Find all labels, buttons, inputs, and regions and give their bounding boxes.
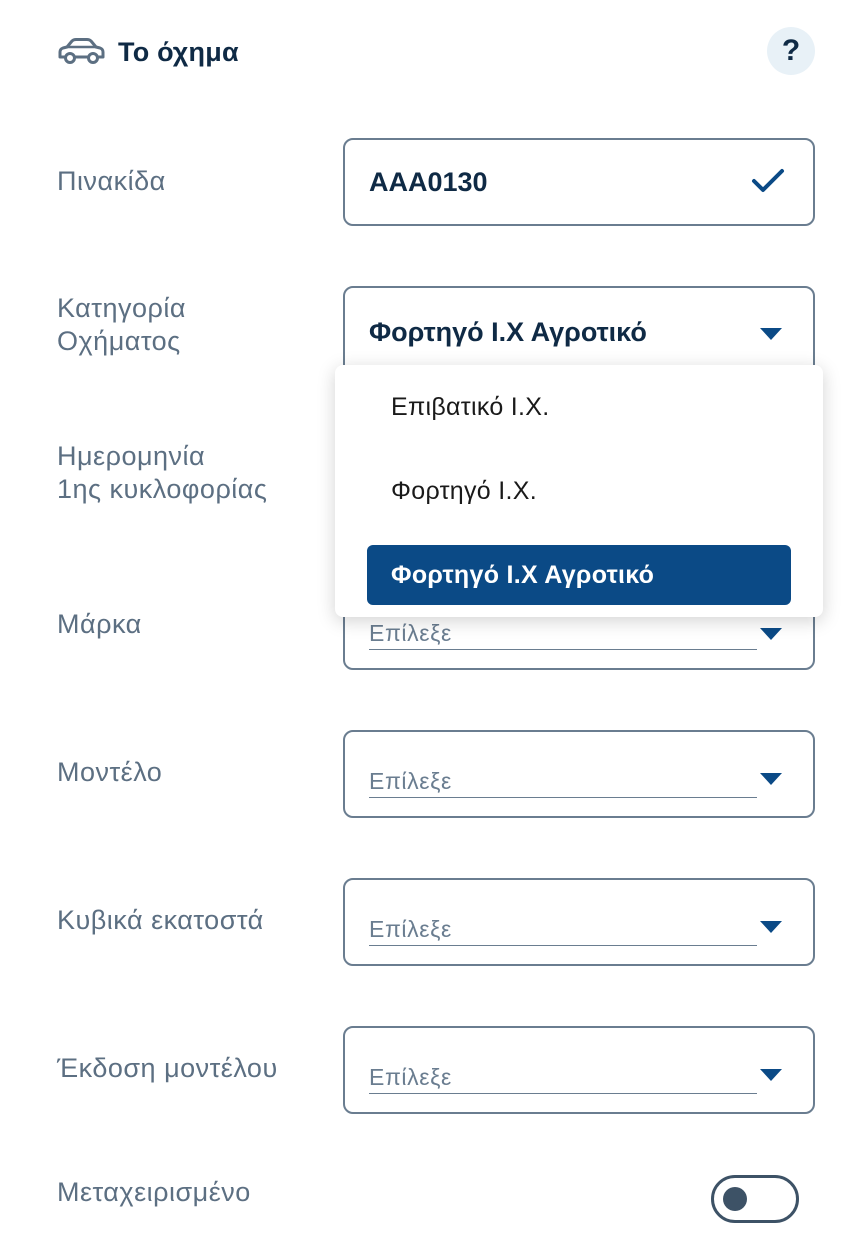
used-toggle[interactable] bbox=[711, 1175, 799, 1223]
plate-field[interactable]: AAA0130 bbox=[343, 138, 815, 226]
plate-label: Πινακίδα bbox=[57, 166, 166, 196]
car-icon bbox=[56, 37, 106, 67]
category-label-line1: Κατηγορία bbox=[57, 293, 186, 323]
page-title: Το όχημα bbox=[118, 36, 239, 67]
dropdown-option[interactable]: Επιβατικό Ι.Χ. bbox=[367, 377, 791, 437]
used-label: Μεταχειρισμένο bbox=[57, 1177, 251, 1207]
cc-placeholder: Επίλεξε bbox=[369, 916, 757, 946]
dropdown-option[interactable]: Φορτηγό Ι.Χ. bbox=[367, 461, 791, 521]
brand-placeholder: Επίλεξε bbox=[369, 620, 757, 650]
version-placeholder: Επίλεξε bbox=[369, 1064, 757, 1094]
chevron-down-icon[interactable] bbox=[760, 921, 782, 933]
help-button[interactable]: ? bbox=[767, 27, 815, 75]
version-select[interactable]: Επίλεξε bbox=[343, 1026, 815, 1114]
cc-label: Κυβικά εκατοστά bbox=[57, 905, 264, 935]
category-value: Φορτηγό Ι.Χ Αγροτικό bbox=[369, 317, 647, 347]
chevron-down-icon[interactable] bbox=[760, 1069, 782, 1081]
category-label-line2: Οχήματος bbox=[57, 326, 181, 356]
dropdown-option-selected[interactable]: Φορτηγό Ι.Χ Αγροτικό bbox=[367, 545, 791, 605]
first-registration-label: Ημερομηνία 1ης κυκλοφορίας bbox=[57, 440, 267, 506]
version-label: Έκδοση μοντέλου bbox=[57, 1053, 278, 1083]
model-placeholder: Επίλεξε bbox=[369, 768, 757, 798]
section-header: Το όχημα bbox=[56, 30, 239, 74]
cc-select[interactable]: Επίλεξε bbox=[343, 878, 815, 966]
chevron-down-icon[interactable] bbox=[760, 328, 782, 340]
toggle-knob bbox=[723, 1187, 747, 1211]
chevron-down-icon[interactable] bbox=[760, 773, 782, 785]
checkmark-icon bbox=[751, 167, 785, 200]
first-registration-label-line1: Ημερομηνία bbox=[57, 441, 206, 471]
category-select[interactable]: Φορτηγό Ι.Χ Αγροτικό bbox=[343, 286, 815, 376]
first-registration-label-line2: 1ης κυκλοφορίας bbox=[57, 474, 268, 504]
brand-label: Μάρκα bbox=[57, 609, 142, 639]
model-select[interactable]: Επίλεξε bbox=[343, 730, 815, 818]
model-label: Μοντέλο bbox=[57, 757, 163, 787]
plate-value: AAA0130 bbox=[369, 167, 488, 197]
category-dropdown: Επιβατικό Ι.Χ. Φορτηγό Ι.Χ. Φορτηγό Ι.Χ … bbox=[335, 365, 823, 617]
chevron-down-icon[interactable] bbox=[760, 628, 782, 640]
category-label: Κατηγορία Οχήματος bbox=[57, 292, 186, 358]
